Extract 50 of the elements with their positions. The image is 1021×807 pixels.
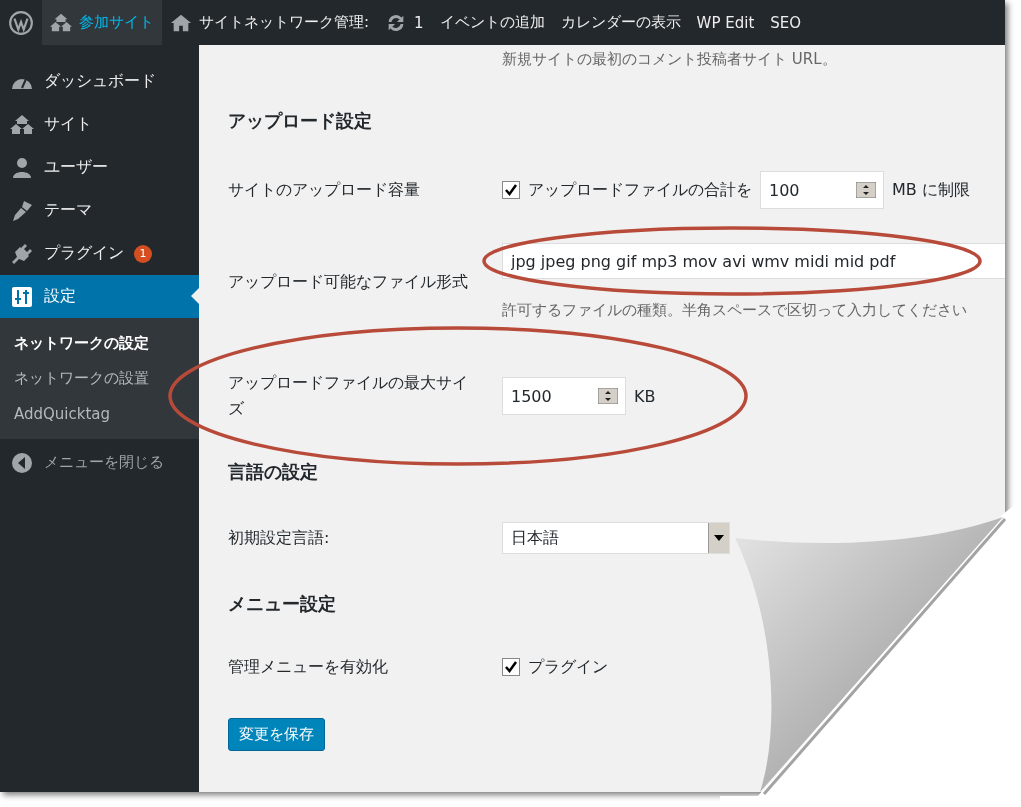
language-dropdown[interactable]: 日本語 xyxy=(502,522,730,554)
save-button[interactable]: 変更を保存 xyxy=(228,718,325,751)
collapse-menu-button[interactable]: メニューを閉じる xyxy=(0,441,199,484)
menu-item[interactable]: プラグイン 1 xyxy=(0,232,199,275)
checkbox[interactable] xyxy=(502,181,520,199)
number-field[interactable]: 100 xyxy=(760,171,884,209)
unit-label: KB xyxy=(634,386,656,406)
menu-item[interactable]: サイト xyxy=(0,103,199,146)
collapse-icon xyxy=(10,450,34,475)
spinner-icon[interactable] xyxy=(598,388,618,404)
menu-item[interactable]: ユーザー xyxy=(0,146,199,189)
houses-icon xyxy=(10,112,34,137)
submenu-item[interactable]: ネットワークの設置 xyxy=(0,361,199,396)
menu-item[interactable]: 設定 xyxy=(0,275,199,318)
admin-bar-item[interactable]: サイトネットワーク管理: xyxy=(162,0,378,45)
houses-icon xyxy=(50,11,72,34)
text-field[interactable]: jpg jpeg png gif mp3 mov avi wmv midi mid pdf xyxy=(502,243,1005,279)
admin-bar-item[interactable]: 参加サイト xyxy=(42,0,162,45)
checkbox-label: プラグイン xyxy=(528,656,608,678)
sliders-icon xyxy=(10,284,34,309)
admin-bar-item[interactable]: WP Edit xyxy=(688,0,763,45)
caret-icon xyxy=(714,535,724,541)
field-description: 新規サイトの最初のコメント投稿者サイト URL。 xyxy=(502,50,838,69)
pointer-icon xyxy=(191,288,199,304)
field-label: 初期設定言語: xyxy=(228,527,331,549)
plug-icon xyxy=(10,241,34,266)
field-description: 許可するファイルの種類。半角スペースで区切って入力してください xyxy=(502,301,968,320)
admin-bar-item[interactable]: 1 xyxy=(377,0,432,45)
menu-item[interactable]: ダッシュボード xyxy=(0,60,199,103)
checkbox-label: アップロードファイルの合計を xyxy=(528,179,752,201)
checkbox[interactable] xyxy=(502,658,520,676)
submenu-item[interactable]: AddQuicktag xyxy=(0,396,199,431)
admin-bar-item[interactable]: カレンダーの表示 xyxy=(552,0,689,45)
field-label: 管理メニューを有効化 xyxy=(228,656,389,678)
admin-bar-item[interactable]: イベントの追加 xyxy=(431,0,553,45)
user-icon xyxy=(10,155,34,180)
count-badge: 1 xyxy=(134,244,152,263)
admin-bar-item[interactable]: SEO xyxy=(762,0,810,45)
number-field[interactable]: 1500 xyxy=(502,377,626,415)
section-heading: 言語の設定 xyxy=(228,460,319,484)
spinner-icon[interactable] xyxy=(856,182,876,198)
field-label: サイトのアップロード容量 xyxy=(228,179,421,201)
menu-item[interactable]: テーマ xyxy=(0,189,199,232)
unit-label: MB に制限 xyxy=(892,179,970,201)
section-heading: メニュー設定 xyxy=(228,592,337,616)
field-label: アップロードファイルの最大サイズ xyxy=(228,372,469,420)
submenu-item[interactable]: ネットワークの設定 xyxy=(0,326,199,361)
field-label: アップロード可能なファイル形式 xyxy=(228,270,469,293)
brush-icon xyxy=(10,198,34,223)
section-heading: アップロード設定 xyxy=(228,109,373,133)
